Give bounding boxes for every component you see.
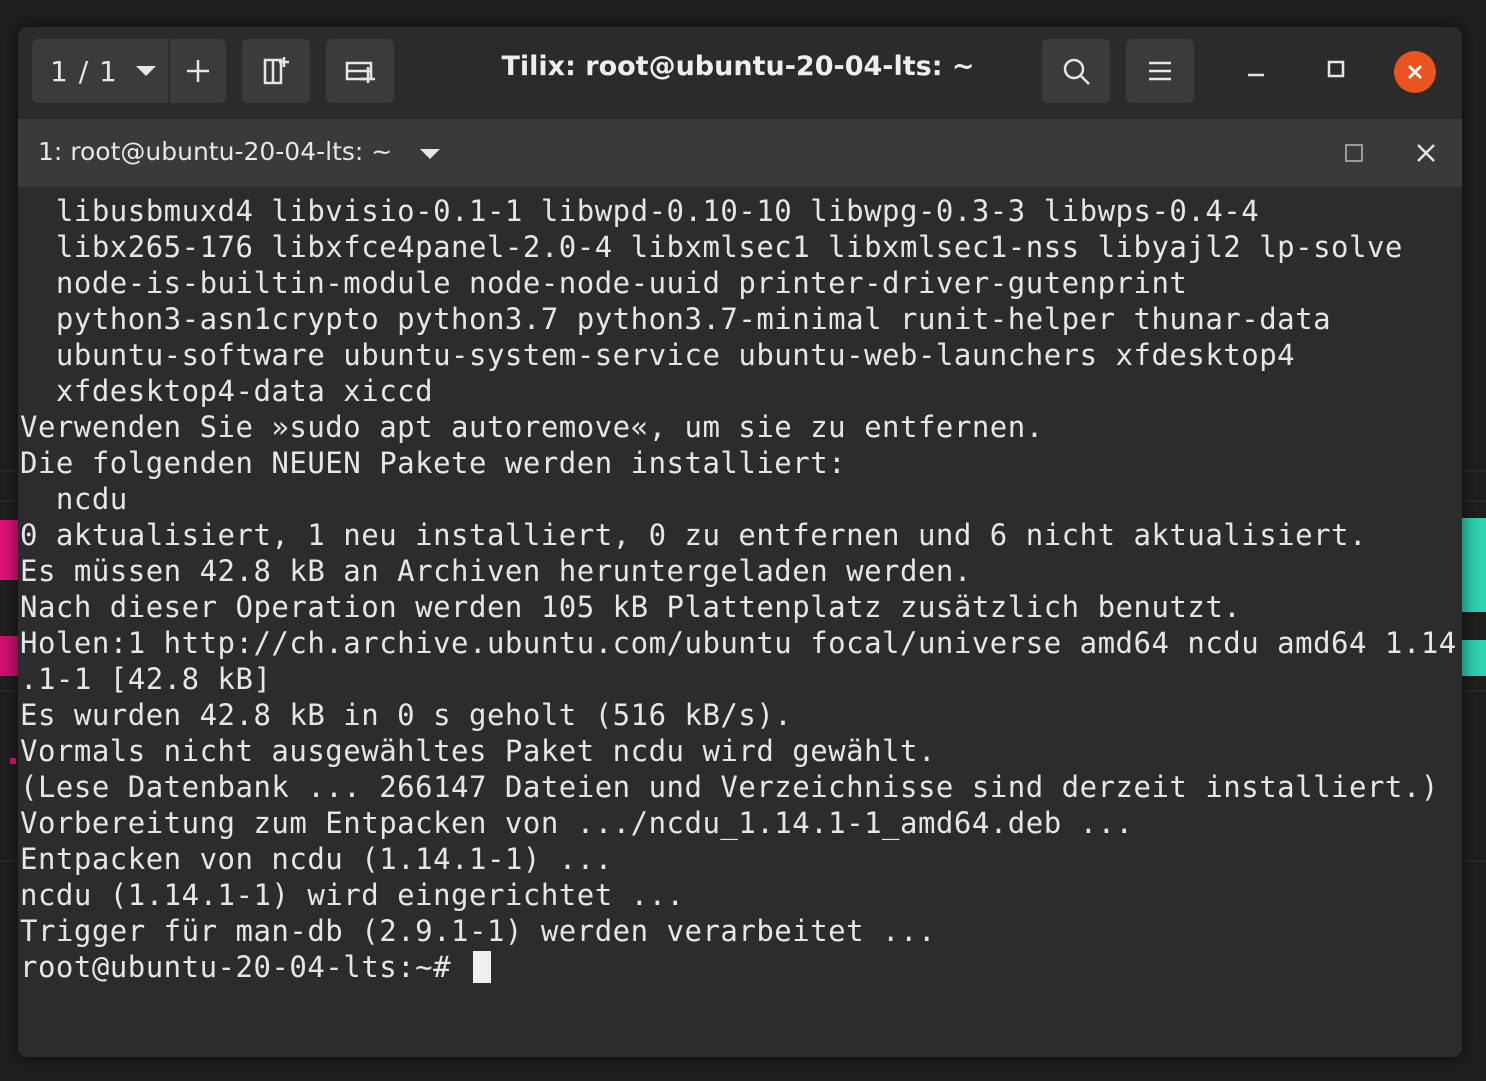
terminal-line: libx265-176 libxfce4panel-2.0-4 libxmlse…: [20, 230, 1403, 264]
terminal-line: Entpacken von ncdu (1.14.1-1) ...: [20, 842, 613, 876]
minimize-icon: [1248, 73, 1264, 77]
maximize-icon[interactable]: [1344, 143, 1364, 163]
terminal-line: node-is-builtin-module node-node-uuid pr…: [20, 266, 1188, 300]
terminal-line: Trigger für man-db (2.9.1-1) werden vera…: [20, 914, 936, 948]
chevron-down-icon[interactable]: [420, 149, 440, 159]
split-right-button[interactable]: [242, 39, 310, 103]
close-icon[interactable]: [1414, 141, 1438, 165]
terminal-line: Vorbereitung zum Entpacken von .../ncdu_…: [20, 806, 1134, 840]
terminal-line: .1-1 [42.8 kB]: [20, 662, 272, 696]
split-vertical-icon: [263, 57, 289, 85]
terminal-line: Holen:1 http://ch.archive.ubuntu.com/ubu…: [20, 626, 1457, 660]
window-title: Tilix: root@ubuntu-20-04-lts: ~: [501, 51, 975, 82]
terminal-line: Es müssen 42.8 kB an Archiven herunterge…: [20, 554, 972, 588]
search-icon: [1063, 58, 1090, 85]
session-switcher-button[interactable]: 1 / 1: [32, 39, 168, 103]
terminal-prompt-line[interactable]: root@ubuntu-20-04-lts:~#: [20, 949, 1457, 985]
add-session-button[interactable]: [170, 39, 226, 103]
terminal-line: ncdu: [20, 482, 128, 516]
minimize-button[interactable]: [1234, 47, 1278, 91]
title-bar[interactable]: 1 / 1 Tilix: root@ubuntu-20-04-lts: ~: [18, 27, 1462, 119]
terminal-line: 0 aktualisiert, 1 neu installiert, 0 zu …: [20, 518, 1367, 552]
terminal-output[interactable]: libusbmuxd4 libvisio-0.1-1 libwpd-0.10-1…: [18, 187, 1462, 1057]
terminal-line: Nach dieser Operation werden 105 kB Plat…: [20, 590, 1242, 624]
text-cursor: [473, 951, 491, 983]
desktop-background-accent: [1460, 518, 1486, 612]
terminal-line: libusbmuxd4 libvisio-0.1-1 libwpd-0.10-1…: [20, 194, 1260, 228]
split-down-button[interactable]: [326, 39, 394, 103]
terminal-tab-bar: 1: root@ubuntu-20-04-lts: ~: [18, 119, 1462, 187]
terminal-line: Es wurden 42.8 kB in 0 s geholt (516 kB/…: [20, 698, 793, 732]
maximize-button[interactable]: [1314, 47, 1358, 91]
terminal-lines: libusbmuxd4 libvisio-0.1-1 libwpd-0.10-1…: [20, 193, 1457, 985]
close-icon: [1408, 65, 1422, 79]
terminal-tab-title[interactable]: 1: root@ubuntu-20-04-lts: ~: [38, 137, 392, 166]
terminal-line: ncdu (1.14.1-1) wird eingerichtet ...: [20, 878, 685, 912]
plus-icon: [187, 60, 209, 82]
terminal-line: ubuntu-software ubuntu-system-service ub…: [20, 338, 1296, 372]
terminal-line: python3-asn1crypto python3.7 python3.7-m…: [20, 302, 1332, 336]
hamburger-menu-icon: [1149, 61, 1171, 81]
search-button[interactable]: [1042, 39, 1110, 103]
terminal-line: Vormals nicht ausgewähltes Paket ncdu wi…: [20, 734, 936, 768]
maximize-icon: [1327, 60, 1345, 78]
session-label: 1 / 1: [50, 54, 118, 88]
main-menu-button[interactable]: [1126, 39, 1194, 103]
split-horizontal-icon: [345, 61, 375, 83]
desktop-background-accent: [10, 758, 16, 764]
shell-prompt: root@ubuntu-20-04-lts:~#: [20, 950, 469, 984]
terminal-line: xfdesktop4-data xiccd: [20, 374, 434, 408]
desktop-background-accent: [1460, 640, 1486, 676]
terminal-line: (Lese Datenbank ... 266147 Dateien und V…: [20, 770, 1439, 804]
tilix-window: 1 / 1 Tilix: root@ubuntu-20-04-lts: ~ 1:…: [18, 27, 1462, 1057]
close-window-button[interactable]: [1394, 51, 1436, 93]
terminal-line: Die folgenden NEUEN Pakete werden instal…: [20, 446, 847, 480]
terminal-line: Verwenden Sie »sudo apt autoremove«, um …: [20, 410, 1044, 444]
chevron-down-icon: [135, 66, 156, 76]
